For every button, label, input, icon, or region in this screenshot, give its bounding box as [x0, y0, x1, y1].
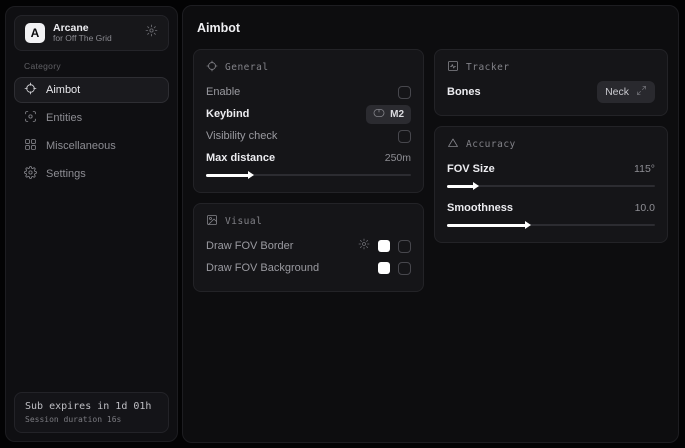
accuracy-card-title: Accuracy: [466, 139, 516, 150]
max-distance-value: 250m: [385, 152, 411, 164]
app-title-block: Arcane for Off The Grid: [53, 22, 137, 44]
gear-icon[interactable]: [358, 237, 370, 255]
fov-size-value: 115°: [634, 163, 655, 175]
app-logo-card: A Arcane for Off The Grid: [14, 15, 169, 51]
smoothness-row: Smoothness 10.0: [447, 197, 655, 219]
fov-background-checkbox[interactable]: [398, 262, 411, 275]
sidebar-item-label: Settings: [46, 168, 86, 180]
fov-border-controls: [358, 237, 411, 255]
keybind-label: Keybind: [206, 108, 249, 120]
fov-size-slider[interactable]: [447, 181, 655, 191]
fov-background-label: Draw FOV Background: [206, 262, 319, 274]
enable-row: Enable: [206, 81, 411, 103]
app-subtitle: for Off The Grid: [53, 34, 137, 44]
gear-icon: [24, 166, 37, 182]
sidebar-item-aimbot[interactable]: Aimbot: [14, 77, 169, 103]
fov-background-controls: [378, 262, 411, 275]
smoothness-value: 10.0: [635, 202, 655, 214]
subscription-card: Sub expires in 1d 01h Session duration 1…: [14, 392, 169, 433]
general-card-title: General: [225, 62, 269, 73]
keybind-row: Keybind M2: [206, 103, 411, 125]
fov-border-label: Draw FOV Border: [206, 240, 293, 252]
activity-icon: [447, 60, 459, 75]
main-content: Aimbot General Enable Keybind: [182, 5, 679, 443]
max-distance-row: Max distance 250m: [206, 147, 411, 169]
image-icon: [206, 214, 218, 229]
fov-border-row: Draw FOV Border: [206, 235, 411, 257]
general-card-header: General: [206, 60, 411, 75]
page-title: Aimbot: [197, 21, 668, 35]
triangle-icon: [447, 137, 459, 152]
right-column: Tracker Bones Neck: [434, 49, 668, 292]
bones-row: Bones Neck: [447, 81, 655, 103]
bones-select-button[interactable]: Neck: [597, 81, 655, 103]
enable-label: Enable: [206, 86, 240, 98]
accuracy-card: Accuracy FOV Size 115° Smoothness 10.0: [434, 126, 668, 243]
bones-label: Bones: [447, 86, 481, 98]
max-distance-slider[interactable]: [206, 170, 411, 180]
visual-card-header: Visual: [206, 214, 411, 229]
slider-thumb[interactable]: [248, 171, 254, 179]
general-card: General Enable Keybind M2 V: [193, 49, 424, 193]
fov-background-row: Draw FOV Background: [206, 257, 411, 279]
sidebar-item-label: Aimbot: [46, 84, 80, 96]
fov-border-color-swatch[interactable]: [378, 240, 390, 252]
card-columns: General Enable Keybind M2 V: [193, 49, 668, 292]
sidebar-item-label: Entities: [46, 112, 82, 124]
sidebar-nav: Aimbot Entities Miscellaneous Settings: [6, 77, 177, 187]
sidebar-item-entities[interactable]: Entities: [14, 105, 169, 131]
tracker-card-header: Tracker: [447, 60, 655, 75]
fov-size-label: FOV Size: [447, 163, 495, 175]
tracker-card-title: Tracker: [466, 62, 510, 73]
fov-background-color-swatch[interactable]: [378, 262, 390, 274]
sidebar-item-miscellaneous[interactable]: Miscellaneous: [14, 133, 169, 159]
visibility-check-label: Visibility check: [206, 130, 277, 142]
slider-fill: [206, 174, 249, 177]
slider-thumb[interactable]: [473, 182, 479, 190]
category-label: Category: [24, 61, 177, 71]
visual-card: Visual Draw FOV Border Draw FOV Backgrou…: [193, 203, 424, 292]
keybind-value: M2: [390, 109, 404, 120]
mouse-icon: [373, 108, 385, 121]
tracker-card: Tracker Bones Neck: [434, 49, 668, 116]
sidebar: A Arcane for Off The Grid Category Aimbo…: [5, 6, 178, 442]
expand-icon: [636, 85, 647, 99]
slider-thumb[interactable]: [525, 221, 531, 229]
scan-icon: [24, 110, 37, 126]
sidebar-item-settings[interactable]: Settings: [14, 161, 169, 187]
sub-expires-text: Sub expires in 1d 01h: [25, 401, 158, 412]
slider-fill: [447, 185, 474, 188]
crosshair-icon: [24, 82, 37, 98]
keybind-button[interactable]: M2: [366, 105, 411, 124]
gear-icon[interactable]: [145, 24, 158, 42]
bones-selected-value: Neck: [605, 86, 629, 98]
fov-size-row: FOV Size 115°: [447, 158, 655, 180]
sidebar-item-label: Miscellaneous: [46, 140, 116, 152]
crosshair-icon: [206, 60, 218, 75]
session-duration-text: Session duration 16s: [25, 415, 158, 424]
max-distance-label: Max distance: [206, 152, 275, 164]
slider-fill: [447, 224, 526, 227]
smoothness-slider[interactable]: [447, 220, 655, 230]
app-logo: A: [25, 23, 45, 43]
accuracy-card-header: Accuracy: [447, 137, 655, 152]
visual-card-title: Visual: [225, 216, 262, 227]
enable-checkbox[interactable]: [398, 86, 411, 99]
fov-border-checkbox[interactable]: [398, 240, 411, 253]
grid-icon: [24, 138, 37, 154]
smoothness-label: Smoothness: [447, 202, 513, 214]
visibility-check-row: Visibility check: [206, 125, 411, 147]
left-column: General Enable Keybind M2 V: [193, 49, 424, 292]
visibility-check-checkbox[interactable]: [398, 130, 411, 143]
